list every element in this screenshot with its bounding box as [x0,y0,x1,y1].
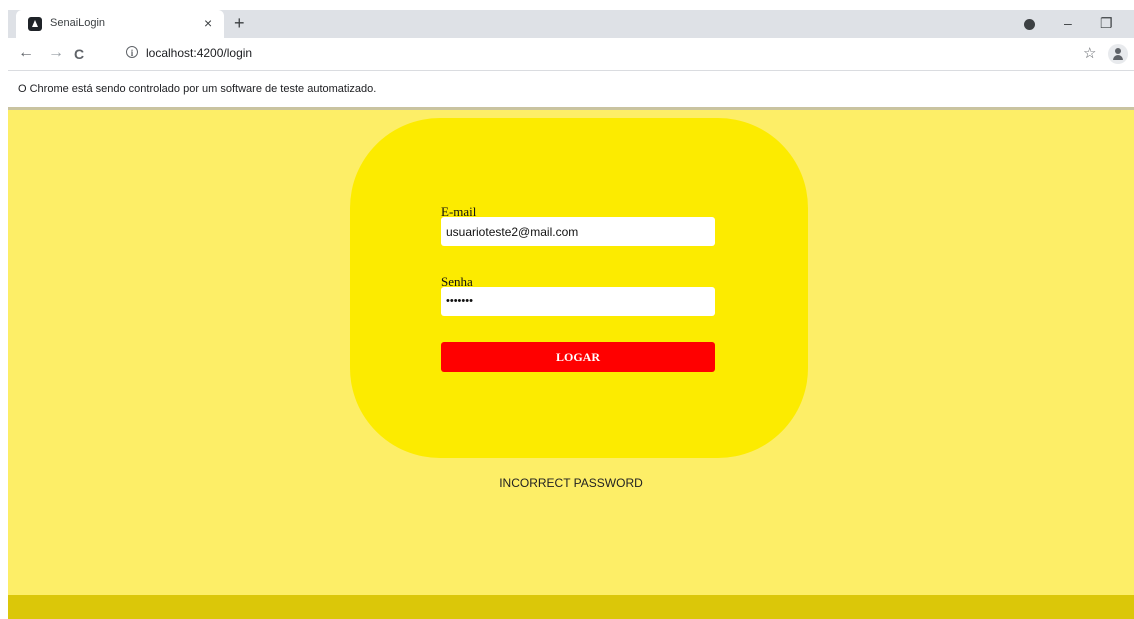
login-button[interactable]: LOGAR [441,342,715,372]
profile-indicator-icon[interactable] [1024,19,1035,30]
account-icon[interactable] [1108,44,1128,64]
back-icon[interactable]: ← [18,44,34,62]
bookmark-star-icon[interactable]: ☆ [1083,44,1096,62]
tab-title: SenaiLogin [50,17,106,29]
login-page: E-mail Senha ••••••• LOGAR INCORRECT PAS… [8,107,1134,619]
address-bar[interactable]: localhost:4200/login [146,46,252,60]
restore-icon[interactable]: ❐ [1100,14,1113,32]
automation-notice: O Chrome está sendo controlado por um so… [18,83,377,95]
browser-tab[interactable]: SenaiLogin × [16,10,224,38]
new-tab-icon[interactable]: + [234,13,245,33]
password-field[interactable]: ••••••• [441,287,715,316]
automation-infobar: O Chrome está sendo controlado por um so… [8,71,1134,107]
email-field[interactable] [441,217,715,246]
browser-tab-strip: SenaiLogin × + – ❐ [8,10,1134,38]
footer-bar [8,595,1134,619]
minimize-icon[interactable]: – [1064,14,1072,32]
angular-icon [28,17,42,31]
browser-toolbar: ← → C i localhost:4200/login ☆ [8,38,1134,71]
login-card: E-mail Senha ••••••• LOGAR [350,118,808,458]
close-tab-icon[interactable]: × [204,15,212,31]
error-message: INCORRECT PASSWORD [499,476,643,490]
forward-icon[interactable]: → [48,44,64,62]
reload-icon[interactable]: C [74,45,84,63]
info-icon[interactable]: i [126,46,138,58]
